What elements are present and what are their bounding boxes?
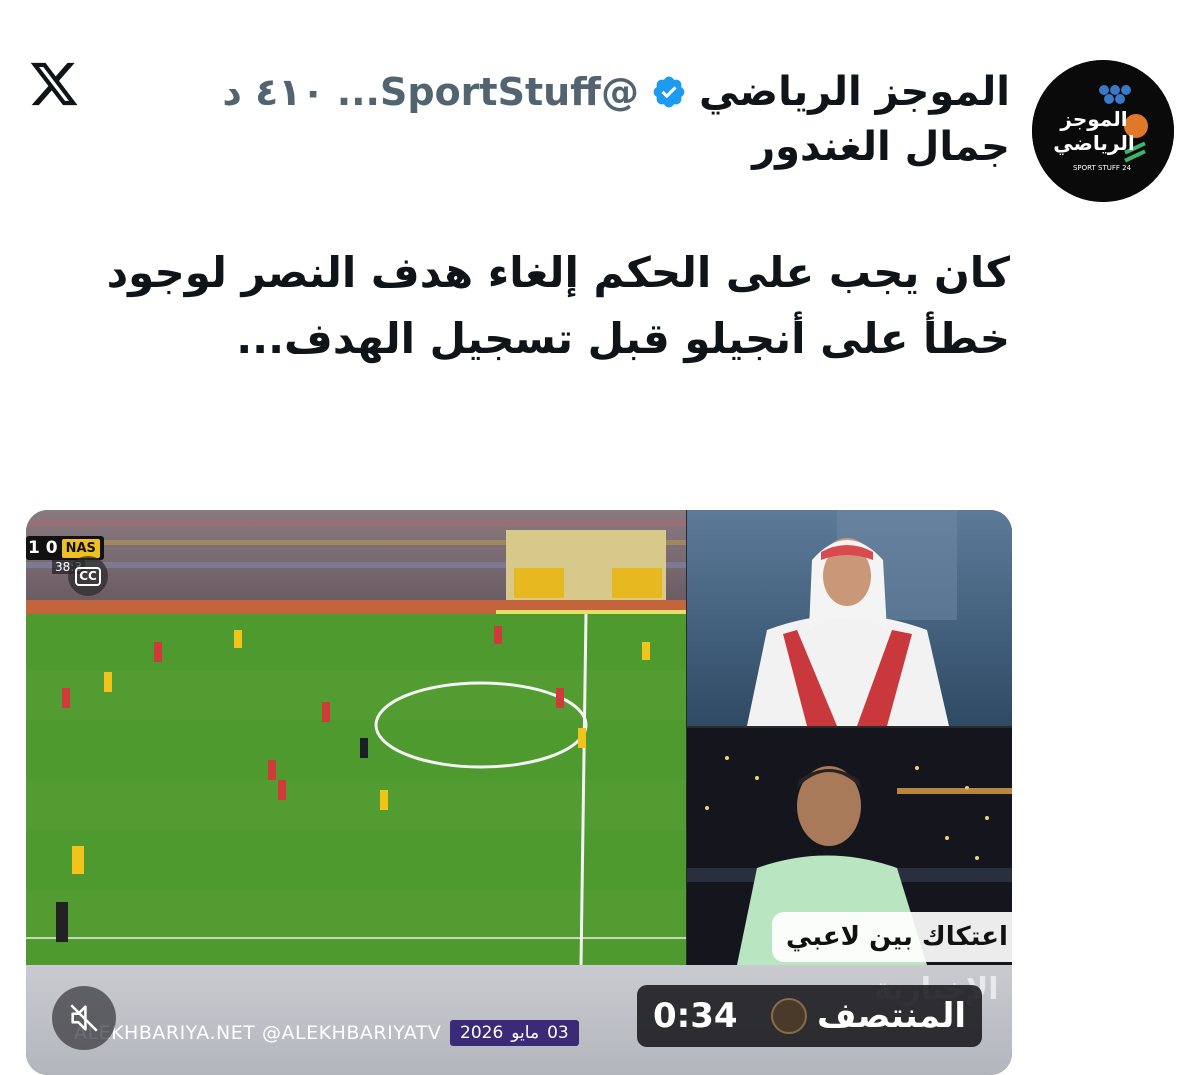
team-abbrev: NAS — [61, 538, 100, 558]
speaker-muted-icon — [70, 1004, 98, 1032]
date-month: مايو — [511, 1023, 540, 1043]
avatar-text-2: الرياضي — [1053, 131, 1134, 156]
match-footage: 1 0 NAS 38:3 CC — [26, 510, 686, 965]
tweet-text: كان يجب على الحكم إلغاء هدف النصر لوجود … — [106, 248, 1010, 363]
tweet-header: الموجز الرياضي ...SportStuff@ ٤١٠ د — [222, 62, 1010, 122]
avatar-text-3: SPORT STUFF 24 — [1073, 164, 1132, 172]
x-logo-icon[interactable] — [28, 58, 80, 110]
user-handle[interactable]: ...SportStuff@ — [337, 70, 639, 114]
date-year: 2026 — [460, 1023, 504, 1043]
display-name[interactable]: الموجز الرياضي — [699, 69, 1010, 115]
presenter-feed — [687, 510, 1012, 726]
avatar[interactable]: الموجز الرياضي SPORT STUFF 24 — [1032, 60, 1174, 202]
score: 1 0 — [28, 538, 58, 558]
channel-logo-icon — [771, 998, 808, 1034]
post-time[interactable]: ٤١٠ د — [222, 70, 324, 114]
mute-button[interactable] — [52, 986, 116, 1050]
date-badge: 03 مايو 2026 — [450, 1020, 579, 1046]
channel-handle: @ALEKHBARIYATV — [262, 1022, 442, 1044]
avatar-text-1: الموجز — [1059, 107, 1127, 131]
closed-captions-icon: CC — [75, 566, 101, 586]
closed-captions-button[interactable]: CC — [68, 556, 108, 596]
news-ticker: اعتكاك بين لاعبي — [772, 912, 1012, 962]
video-player[interactable]: 1 0 NAS 38:3 CC اعتكاك بين لاعبي ALEKHBA… — [26, 510, 1012, 1075]
channel-info[interactable]: المنتصف — [771, 996, 966, 1036]
channel-name: المنتصف — [817, 996, 966, 1036]
video-info-bar: 0:34 المنتصف — [637, 985, 982, 1047]
date-day: 03 — [547, 1023, 569, 1043]
verified-badge-icon — [651, 74, 687, 110]
sub-name: جمال الغندور — [752, 124, 1010, 170]
video-duration: 0:34 — [653, 996, 738, 1036]
